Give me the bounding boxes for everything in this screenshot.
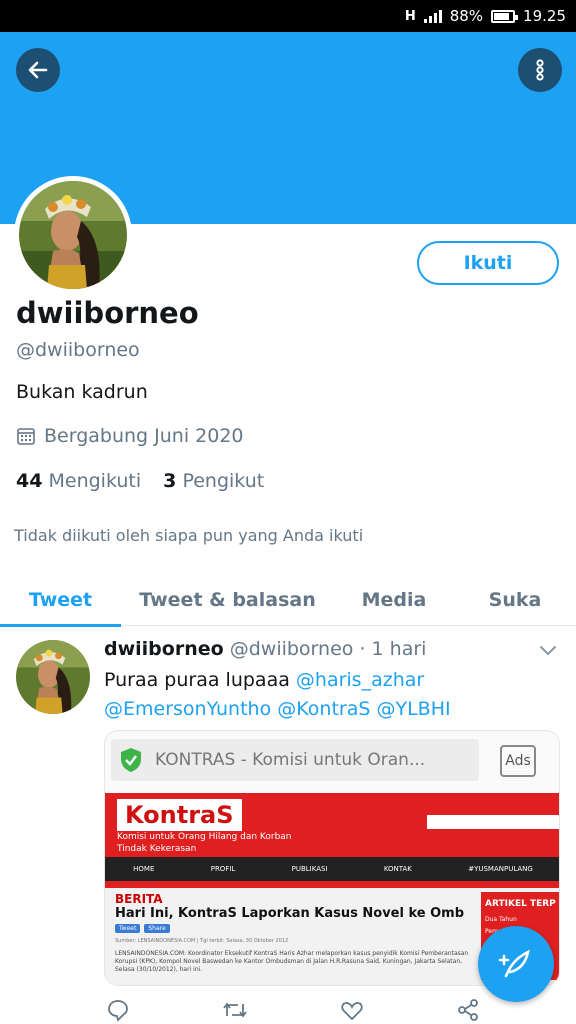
status-bar: H 88% 19.25 (0, 0, 576, 32)
retweet-icon (223, 1002, 247, 1018)
followers-link[interactable]: 3 Pengikut (163, 470, 264, 492)
tab-tweet-replies[interactable]: Tweet & balasan (121, 574, 334, 626)
profile-tabs: Tweet Tweet & balasan Media Suka (0, 574, 576, 627)
back-button[interactable] (16, 48, 60, 92)
article-share-button: Share (144, 924, 170, 933)
mention-ylbhi[interactable]: @YLBHI (376, 698, 450, 720)
following-count: 44 (16, 470, 43, 492)
tweet-author-handle: @dwiiborneo (229, 638, 354, 660)
kontras-logo: KontraS (117, 799, 242, 831)
like-button[interactable] (340, 998, 364, 1024)
following-label: Mengikuti (48, 470, 142, 492)
tweet-separator: · (359, 638, 366, 660)
join-date-text: Bergabung Juni 2020 (44, 425, 244, 447)
network-type: H (404, 8, 416, 24)
signal-icon (423, 9, 442, 23)
nav-item: KONTAK (383, 865, 412, 873)
battery-icon (491, 9, 519, 23)
share-icon (458, 999, 478, 1021)
mutual-followers-note: Tidak diikuti oleh siapa pun yang Anda i… (14, 526, 364, 545)
tab-likes[interactable]: Suka (454, 574, 576, 626)
article-tweet-button: Tweet (115, 924, 141, 933)
tweet-time: 1 hari (371, 638, 427, 660)
follow-button[interactable]: Ikuti (417, 241, 559, 285)
tweet-header: dwiiborneo @dwiiborneo · 1 hari (104, 638, 426, 660)
mention-kontras[interactable]: @KontraS (277, 698, 370, 720)
kontras-search-box (427, 815, 559, 829)
calendar-icon (17, 428, 35, 445)
reply-button[interactable] (106, 998, 130, 1024)
share-button[interactable] (456, 998, 480, 1024)
article-section: BERITA (115, 892, 163, 906)
heart-icon (341, 1002, 363, 1021)
nav-item: PROFIL (210, 865, 236, 873)
profile-bio: Bukan kadrun (16, 381, 148, 403)
chevron-down-icon (540, 646, 556, 656)
article-sidebar-title: ARTIKEL TERP (485, 899, 556, 909)
ads-block-badge: Ads (500, 745, 536, 777)
tab-media[interactable]: Media (334, 574, 454, 626)
tweet-author-name[interactable]: dwiiborneo (104, 638, 224, 660)
profile-display-name: dwiiborneo (16, 296, 199, 330)
tweet-menu-button[interactable] (538, 642, 558, 662)
shield-check-icon (121, 748, 141, 772)
battery-percent: 88% (449, 7, 484, 25)
more-options-button[interactable] (518, 48, 562, 92)
profile-avatar[interactable] (14, 176, 132, 294)
followers-label: Pengikut (182, 470, 265, 492)
mention-haris-azhar[interactable]: @haris_azhar (296, 669, 424, 691)
browser-url-bar: KONTRAS - Komisi untuk Oran... (111, 739, 479, 781)
avatar-photo (19, 181, 127, 289)
kontras-nav: HOME PROFIL PUBLIKASI KONTAK #YUSMANPULA… (105, 857, 559, 881)
tweet-text: Puraa puraa lupaaa @haris_azhar @Emerson… (104, 666, 544, 724)
browser-url-text: KONTRAS - Komisi untuk Oran... (155, 750, 426, 770)
tab-tweet[interactable]: Tweet (0, 574, 121, 627)
article-share-buttons: Tweet Share (115, 924, 170, 933)
kontras-tagline: Komisi untuk Orang Hilang dan Korban Tin… (117, 832, 292, 854)
article-meta: Sumber: LENSAINDONESIA.COM | Tgl terbit:… (115, 938, 289, 944)
nav-item: HOME (133, 865, 155, 873)
nav-item: PUBLIKASI (291, 865, 328, 873)
more-vertical-icon (536, 59, 544, 81)
arrow-left-icon (28, 61, 48, 79)
following-link[interactable]: 44 Mengikuti (16, 470, 141, 492)
compose-tweet-button[interactable] (478, 926, 554, 1002)
join-date: Bergabung Juni 2020 (16, 425, 244, 447)
nav-item: #YUSMANPULANG (468, 865, 533, 873)
tweet-avatar[interactable] (16, 640, 90, 714)
tweet-actions (104, 998, 504, 1024)
tweet-body: Puraa puraa lupaaa (104, 669, 290, 691)
article-headline: Hari Ini, KontraS Laporkan Kasus Novel k… (115, 906, 465, 921)
followers-count: 3 (163, 470, 177, 492)
article-body: LENSAINDONESIA.COM: Koordinator Eksekuti… (115, 950, 469, 973)
retweet-button[interactable] (222, 998, 248, 1024)
follow-stats: 44 Mengikuti 3 Pengikut (16, 470, 264, 492)
mention-emersonyuntho[interactable]: @EmersonYuntho (104, 698, 271, 720)
compose-icon (498, 949, 530, 978)
clock: 19.25 (523, 7, 566, 25)
reply-icon (108, 1000, 128, 1022)
profile-handle: @dwiiborneo (16, 339, 140, 361)
